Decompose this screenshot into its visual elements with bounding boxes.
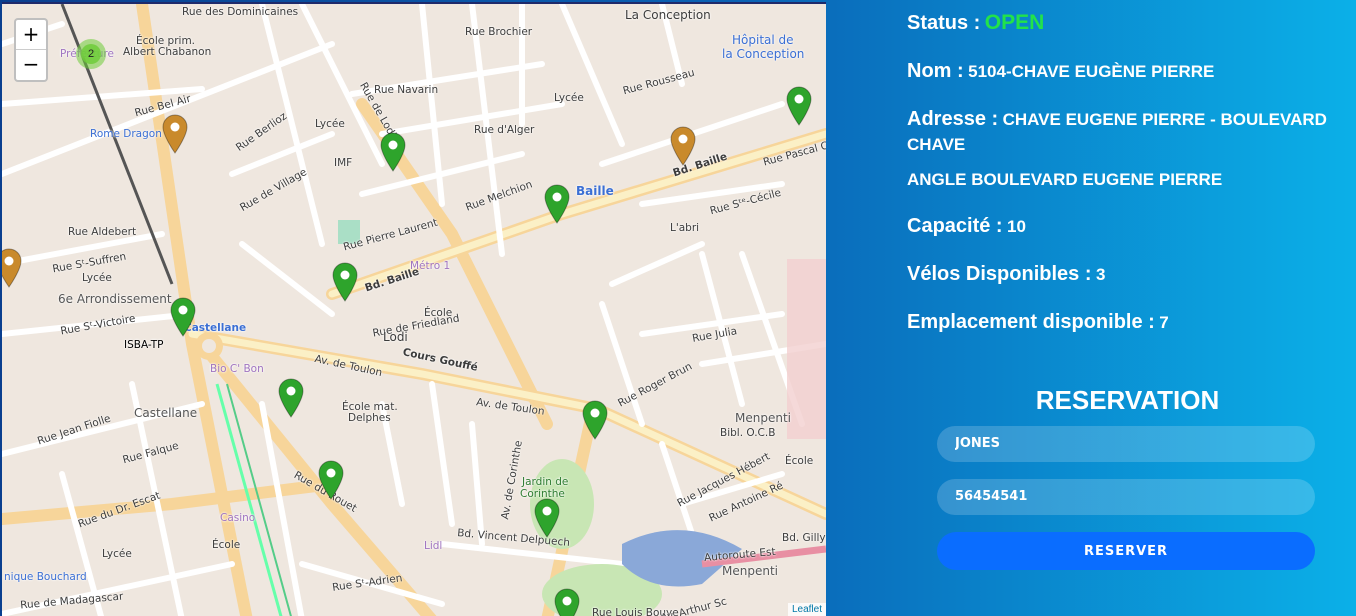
adresse-label: Adresse : (907, 108, 999, 131)
map-view[interactable]: Rue des Dominicaines Rue Brochier La Con… (2, 2, 826, 616)
poi-label: Lodi (383, 330, 408, 344)
nom-label: Nom : (907, 60, 964, 83)
phone-input[interactable] (937, 479, 1315, 515)
street-label: Rue Navarin (374, 84, 439, 96)
station-marker-green[interactable] (582, 400, 608, 440)
velos-value: 3 (1095, 265, 1106, 285)
school-label: Lycée (82, 272, 112, 284)
poi-label: Lidl (424, 540, 443, 552)
station-info-panel: Status : OPEN Nom : 5104-CHAVE EUGÈNE PI… (907, 8, 1352, 336)
street-label: Rue des Dominicaines (182, 6, 299, 18)
district-label: 6e Arrondissement (58, 292, 172, 306)
nom-value: 5104-CHAVE EUGÈNE PIERRE (968, 62, 1215, 82)
station-marker-orange[interactable] (670, 126, 696, 166)
poi-label: Bio C' Bon (210, 363, 264, 375)
zoom-out-button[interactable]: − (16, 50, 46, 80)
street-label: La Conception (625, 8, 711, 22)
capacite-label: Capacité : (907, 215, 1003, 238)
street-label: Rue Aldebert (68, 226, 137, 238)
adresse-row: Adresse : CHAVE EUGENE PIERRE - BOULEVAR… (907, 105, 1352, 157)
street-label: Bd. Gilly (782, 532, 826, 544)
reservation-title: RESERVATION (1035, 385, 1220, 415)
school-label: École (785, 455, 814, 467)
velos-label: Vélos Disponibles : (907, 263, 1092, 286)
adresse-row-2: ANGLE BOULEVARD EUGENE PIERRE (907, 168, 1352, 192)
street-label: Rue Brochier (465, 26, 533, 38)
station-marker-green[interactable] (318, 460, 344, 500)
station-marker-orange[interactable] (2, 248, 22, 288)
station-marker-green[interactable] (786, 86, 812, 126)
hospital-label: Hôpital de (732, 33, 794, 47)
station-marker-green[interactable] (380, 132, 406, 172)
school-label: Albert Chabanon (123, 46, 212, 58)
zoom-control: + − (14, 18, 48, 82)
shop-label: Casino (220, 512, 256, 524)
hospital-label: la Conception (722, 47, 805, 61)
station-marker-green[interactable] (554, 588, 580, 616)
district-label: Menpenti (722, 564, 778, 578)
capacite-value: 10 (1007, 217, 1026, 237)
adresse-value-line2: ANGLE BOULEVARD EUGENE PIERRE (907, 169, 1223, 189)
park-label: Jardin de (522, 476, 569, 488)
poi-label: Bibl. O.C.B (720, 427, 776, 439)
school-label: Lycée (554, 92, 584, 104)
status-value: OPEN (984, 11, 1045, 34)
school-label: École (424, 307, 453, 319)
district-label: Menpenti (735, 411, 791, 425)
name-input[interactable] (937, 426, 1315, 462)
nom-row: Nom : 5104-CHAVE EUGÈNE PIERRE (907, 57, 1352, 85)
poi-label: IMF (334, 157, 353, 169)
metro-label: Métro 1 (410, 260, 451, 272)
emplacement-label: Emplacement disponible : (907, 311, 1155, 334)
poi-label: Rome Dragon (90, 128, 162, 140)
zoom-in-button[interactable]: + (16, 20, 46, 50)
street-label: Rue d'Alger (474, 124, 535, 136)
velos-row: Vélos Disponibles : 3 (907, 260, 1352, 288)
station-marker-green[interactable] (332, 262, 358, 302)
reserve-button[interactable]: RESERVER (937, 532, 1315, 570)
status-label: Status : (907, 12, 981, 34)
capacite-row: Capacité : 10 (907, 212, 1352, 240)
emplacement-row: Emplacement disponible : 7 (907, 308, 1352, 336)
school-label: Delphes (348, 412, 391, 424)
cluster-count: 2 (81, 44, 101, 64)
station-marker-orange[interactable] (162, 114, 188, 154)
poi-label: ISBA-TP (124, 339, 164, 351)
marker-cluster[interactable]: 2 (76, 39, 106, 69)
hospital-label: nique Bouchard (4, 571, 87, 583)
emplacement-value: 7 (1159, 313, 1169, 333)
station-marker-green[interactable] (544, 184, 570, 224)
map-attribution[interactable]: Leaflet (787, 603, 826, 616)
poi-label: L'abri (670, 222, 700, 234)
school-label: Lycée (102, 548, 132, 560)
metro-label: Baille (576, 184, 614, 198)
status-row: Status : OPEN (907, 8, 1352, 37)
station-marker-green[interactable] (170, 297, 196, 337)
school-label: École (212, 539, 241, 551)
school-label: Lycée (315, 118, 345, 130)
station-marker-green[interactable] (534, 498, 560, 538)
station-marker-green[interactable] (278, 378, 304, 418)
district-label: Castellane (134, 406, 198, 420)
